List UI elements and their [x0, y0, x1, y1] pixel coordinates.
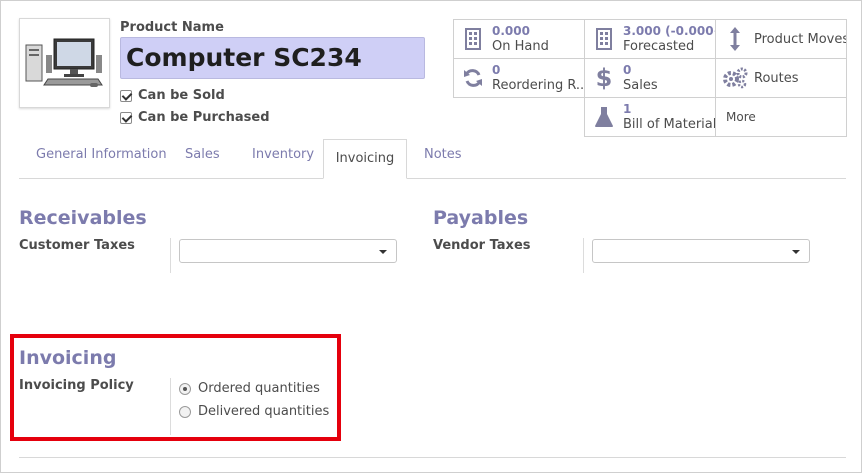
receivables-title: Receivables [19, 207, 147, 229]
gears-icon [722, 59, 748, 97]
can-be-sold-label: Can be Sold [138, 88, 225, 103]
can-be-sold-row[interactable]: Can be Sold [120, 88, 225, 103]
on-hand-label: On Hand [492, 39, 549, 54]
field-separator [170, 238, 171, 273]
highlight-box [10, 334, 341, 441]
vendor-taxes-select[interactable] [592, 239, 810, 263]
building-icon [460, 20, 486, 58]
up-down-arrow-icon [722, 20, 748, 58]
bom-value: 1 [623, 102, 632, 116]
product-image[interactable] [19, 18, 110, 108]
forecasted-value: 3.000 (-0.000+3.0 [623, 24, 715, 38]
flask-icon [591, 98, 617, 136]
field-separator [583, 238, 584, 273]
tab-sales[interactable]: Sales [185, 147, 220, 162]
forecasted-label: Forecasted [623, 39, 695, 54]
on-hand-button[interactable]: 0.000 On Hand [453, 19, 585, 59]
product-form-sheet: Product Name Computer SC234 Can be Sold … [0, 0, 862, 473]
can-be-sold-checkbox[interactable] [120, 89, 132, 102]
tab-inventory[interactable]: Inventory [252, 147, 314, 162]
vendor-taxes-label: Vendor Taxes [433, 238, 531, 253]
more-label: More [726, 109, 756, 124]
chevron-down-icon [379, 250, 387, 254]
product-moves-button[interactable]: Product Moves [715, 19, 847, 59]
tabs-divider [19, 178, 846, 179]
tab-invoicing[interactable]: Invoicing [323, 139, 407, 179]
customer-taxes-label: Customer Taxes [19, 238, 135, 253]
bill-of-materials-button[interactable]: 1 Bill of Materials [584, 97, 716, 137]
can-be-purchased-row[interactable]: Can be Purchased [120, 110, 270, 125]
computer-image [25, 38, 103, 87]
customer-taxes-select[interactable] [179, 239, 397, 263]
bottom-divider [19, 457, 846, 458]
routes-button[interactable]: Routes [715, 58, 847, 98]
reordering-rules-button[interactable]: 0 Reordering R... [453, 58, 585, 98]
more-button[interactable]: More [715, 97, 847, 137]
sales-button[interactable]: $ 0 Sales [584, 58, 716, 98]
on-hand-value: 0.000 [492, 24, 530, 38]
product-moves-label: Product Moves [754, 31, 847, 47]
tab-notes[interactable]: Notes [424, 147, 462, 162]
building-icon [591, 20, 617, 58]
tab-general-information[interactable]: General Information [36, 147, 167, 162]
bom-label: Bill of Materials [623, 117, 716, 132]
reordering-value: 0 [492, 63, 501, 77]
can-be-purchased-label: Can be Purchased [138, 110, 270, 125]
payables-title: Payables [433, 207, 529, 229]
forecasted-button[interactable]: 3.000 (-0.000+3.0Forecasted [584, 19, 716, 59]
product-name-input[interactable]: Computer SC234 [120, 37, 425, 79]
sales-value: 0 [623, 63, 632, 77]
sales-label: Sales [623, 78, 658, 93]
can-be-purchased-checkbox[interactable] [120, 111, 132, 124]
dollar-icon: $ [595, 64, 613, 92]
product-name-label: Product Name [120, 20, 224, 35]
chevron-down-icon [792, 250, 800, 254]
refresh-icon [460, 59, 486, 97]
reordering-label: Reordering R... [492, 78, 585, 93]
routes-label: Routes [754, 70, 799, 86]
